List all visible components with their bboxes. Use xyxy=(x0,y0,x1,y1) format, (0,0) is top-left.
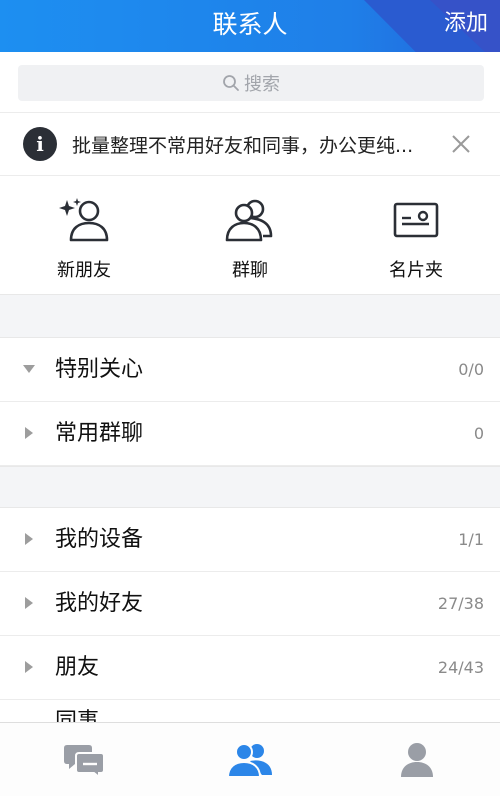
group-count: 24/43 xyxy=(437,658,484,677)
chevron-right-icon xyxy=(25,661,33,673)
group-my-friends[interactable]: 我的好友 27/38 xyxy=(0,572,500,636)
notice-banner[interactable]: i 批量整理不常用好友和同事，办公更纯... xyxy=(0,112,500,176)
group-chat-icon xyxy=(225,199,273,242)
search-placeholder: 搜索 xyxy=(244,74,280,95)
group-name: 朋友 xyxy=(55,655,100,680)
quick-actions: 新朋友 群聊 名片夹 xyxy=(0,176,500,294)
group-count: 0 xyxy=(473,424,484,443)
group-name: 我的好友 xyxy=(55,591,144,616)
notice-text: 批量整理不常用好友和同事，办公更纯... xyxy=(72,134,414,157)
new-friends-label: 新朋友 xyxy=(57,260,111,281)
chevron-right-icon xyxy=(25,533,33,545)
profile-icon xyxy=(401,743,433,777)
title-bar: 联系人 添加 xyxy=(0,0,500,52)
close-icon[interactable] xyxy=(450,133,472,155)
group-count: 27/38 xyxy=(437,594,484,613)
search-area: 搜索 xyxy=(0,52,500,112)
group-count: 0/0 xyxy=(458,360,484,379)
search-icon xyxy=(223,75,239,91)
card-holder-icon xyxy=(393,202,439,238)
group-partial-name: 同事 xyxy=(55,709,100,722)
chevron-down-icon xyxy=(23,365,35,373)
tab-contacts[interactable] xyxy=(220,741,280,781)
card-holder-label: 名片夹 xyxy=(389,260,443,281)
chevron-right-icon xyxy=(25,427,33,439)
bottom-tab-bar xyxy=(0,722,500,796)
info-icon: i xyxy=(23,127,57,161)
tab-messages[interactable] xyxy=(55,741,115,781)
group-special-care[interactable]: 特别关心 0/0 xyxy=(0,338,500,402)
group-count: 1/1 xyxy=(458,530,484,549)
group-my-devices[interactable]: 我的设备 1/1 xyxy=(0,508,500,572)
section-divider xyxy=(0,294,500,338)
search-input[interactable]: 搜索 xyxy=(18,65,484,101)
add-button[interactable]: 添加 xyxy=(444,0,488,52)
messages-icon xyxy=(64,745,105,779)
section-divider xyxy=(0,466,500,508)
group-name: 特别关心 xyxy=(55,357,144,382)
card-holder-button[interactable]: 名片夹 xyxy=(356,196,476,282)
tab-profile[interactable] xyxy=(387,741,447,781)
add-friend-icon xyxy=(59,198,109,242)
new-friends-button[interactable]: 新朋友 xyxy=(24,196,144,282)
chevron-right-icon xyxy=(25,597,33,609)
page-title: 联系人 xyxy=(212,10,288,39)
group-name: 常用群聊 xyxy=(55,421,144,446)
group-name: 我的设备 xyxy=(55,527,144,552)
group-chat-button[interactable]: 群聊 xyxy=(190,196,310,282)
group-common-chats[interactable]: 常用群聊 0 xyxy=(0,402,500,466)
group-friends[interactable]: 朋友 24/43 xyxy=(0,636,500,700)
group-chat-label: 群聊 xyxy=(232,260,268,281)
contacts-icon xyxy=(226,743,272,778)
